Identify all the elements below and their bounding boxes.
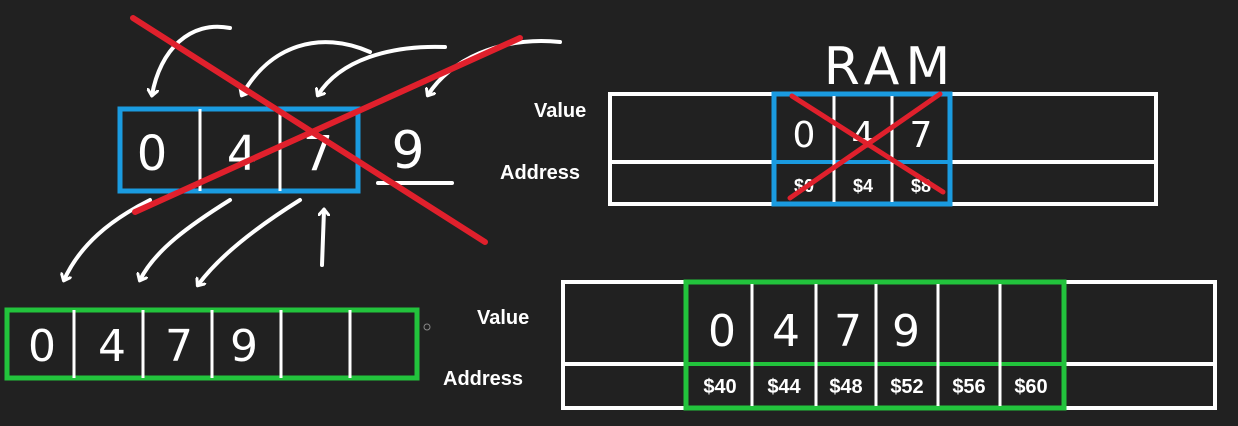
ram-bottom-value-3: 9	[892, 306, 920, 357]
shift-arrow	[318, 44, 447, 95]
shift-arrows	[152, 24, 562, 95]
new-array-cell-3: 9	[230, 321, 258, 372]
appended-value: 9	[391, 121, 424, 181]
ram-bottom-address-2: $48	[829, 376, 862, 398]
ram-top-frame	[608, 92, 1158, 206]
ram-top-value-2: 7	[910, 115, 933, 156]
ram-top: RAM 0 4 7 $0 $4 $8	[608, 37, 1158, 207]
new-array-cell-2: 7	[165, 321, 193, 372]
ram-top-value-label: Value	[534, 100, 587, 122]
ram-top-value-0: 0	[793, 115, 816, 156]
copy-arrow	[322, 210, 324, 267]
diagram-canvas: 0 4 7 9 0 4 7 9 RAM 0 4 7 $4 $8 0 4 7 9 …	[4, 15, 1217, 411]
new-array-cell-1: 4	[98, 321, 126, 372]
ram-title: RAM	[824, 37, 956, 97]
new-array: 0 4 7 9	[4, 307, 431, 381]
ram-top-address-1: $4	[853, 176, 873, 196]
original-array-cell-1: 4	[227, 126, 258, 182]
ram-bottom-address-3: $52	[890, 376, 923, 398]
copy-arrow	[140, 198, 232, 280]
ram-bottom-address-0: $40	[703, 376, 736, 398]
ram-bottom-value-1: 4	[772, 306, 800, 357]
ram-bottom-value-0: 0	[708, 306, 736, 357]
ram-bottom-value-2: 7	[834, 306, 862, 357]
ram-bottom-frame	[561, 280, 1217, 410]
ram-bottom-address-1: $44	[767, 376, 801, 398]
shift-arrow	[242, 40, 372, 95]
new-array-cell-0: 0	[28, 321, 56, 372]
original-array: 0 4 7 9	[117, 106, 454, 194]
ram-bottom-address-label: Address	[443, 368, 524, 390]
original-array-cell-0: 0	[137, 126, 168, 182]
copy-arrows	[64, 198, 324, 285]
ram-top-address-label: Address	[500, 162, 581, 184]
ram-bottom-value-label: Value	[477, 307, 530, 329]
ram-bottom-address-4: $56	[952, 376, 985, 398]
ram-bottom: 0 4 7 9 $40 $44 $48 $52 $56 $60	[561, 279, 1217, 411]
ram-bottom-address-5: $60	[1014, 376, 1047, 398]
